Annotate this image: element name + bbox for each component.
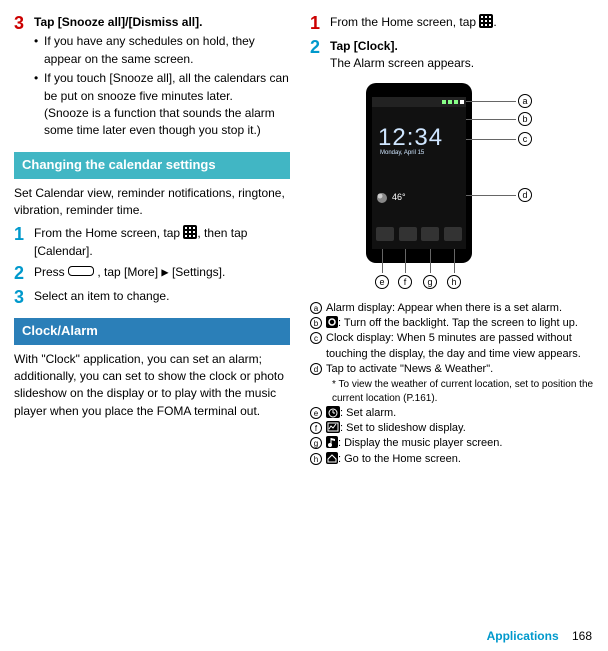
legend-b: : Turn off the backlight. Tap the screen…	[326, 316, 594, 331]
clock-step2-lead: Tap [Clock].	[330, 38, 594, 55]
home-icon	[444, 227, 462, 241]
legend-d: Tap to activate "News & Weather". * To v…	[326, 362, 594, 405]
callout-h: h	[447, 275, 461, 289]
callout-e: e	[375, 275, 389, 289]
menu-key-icon	[68, 266, 94, 276]
footer-page: 168	[572, 629, 592, 643]
callout-b: b	[518, 112, 532, 126]
step-number: 1	[14, 225, 34, 260]
alarm-icon	[376, 227, 394, 241]
alarm-icon	[326, 406, 340, 418]
legend-e: : Set alarm.	[326, 406, 594, 421]
calendar-settings-intro: Set Calendar view, reminder notification…	[14, 185, 290, 220]
status-bar	[372, 97, 466, 107]
apps-grid-icon	[183, 225, 197, 239]
legend-f: : Set to slideshow display.	[326, 421, 594, 436]
dim-icon	[326, 316, 338, 328]
callout-a: a	[518, 94, 532, 108]
cal-step1: From the Home screen, tap , then tap [Ca…	[34, 225, 290, 260]
legend-a: Alarm display: Appear when there is a se…	[326, 301, 594, 316]
diagram-legend: aAlarm display: Appear when there is a s…	[310, 301, 594, 468]
clock-date: Monday, April 15	[380, 149, 424, 158]
step-number: 2	[310, 38, 330, 73]
step-number: 2	[14, 264, 34, 284]
left-column: 3 Tap [Snooze all]/[Dismiss all]. If you…	[14, 10, 304, 467]
legend-d-note: * To view the weather of current locatio…	[326, 378, 594, 406]
cal-step3: Select an item to change.	[34, 288, 290, 308]
step-number: 3	[14, 14, 34, 142]
callout-f: f	[398, 275, 412, 289]
callout-c: c	[518, 132, 532, 146]
step-3: 3 Tap [Snooze all]/[Dismiss all]. If you…	[14, 14, 290, 142]
weather-row: 46°	[376, 189, 462, 207]
slideshow-icon	[399, 227, 417, 241]
right-column: 1 From the Home screen, tap . 2 Tap [Clo…	[304, 10, 594, 467]
weather-icon	[376, 192, 388, 204]
legend-c: Clock display: When 5 minutes are passed…	[326, 331, 594, 362]
clock-alarm-intro: With "Clock" application, you can set an…	[14, 351, 290, 421]
step-number: 3	[14, 288, 34, 308]
slideshow-icon	[326, 421, 340, 433]
step-number: 1	[310, 14, 330, 34]
music-icon	[326, 436, 338, 448]
music-icon	[421, 227, 439, 241]
step3-bullet2-sub: (Snooze is a function that sounds the al…	[44, 105, 290, 140]
clock-step1: From the Home screen, tap .	[330, 14, 594, 34]
home-icon	[326, 452, 338, 464]
clock-step2-sub: The Alarm screen appears.	[330, 55, 594, 72]
footer-section: Applications	[487, 629, 559, 643]
legend-g: : Display the music player screen.	[326, 436, 594, 451]
step3-bullet1: If you have any schedules on hold, they …	[34, 33, 290, 68]
step3-lead: Tap [Snooze all]/[Dismiss all].	[34, 14, 290, 31]
clock-screen-diagram: 12:34 Monday, April 15 46° a b c	[322, 79, 582, 299]
callout-g: g	[423, 275, 437, 289]
page-footer: Applications 168	[487, 628, 592, 645]
cal-step2: Press , tap [More] ▶ [Settings].	[34, 264, 290, 284]
heading-changing-calendar: Changing the calendar settings	[14, 152, 290, 179]
heading-clock-alarm: Clock/Alarm	[14, 318, 290, 345]
legend-h: : Go to the Home screen.	[326, 452, 594, 467]
apps-grid-icon	[479, 14, 493, 28]
step3-bullet2: If you touch [Snooze all], all the calen…	[34, 70, 290, 140]
callout-d: d	[518, 188, 532, 202]
